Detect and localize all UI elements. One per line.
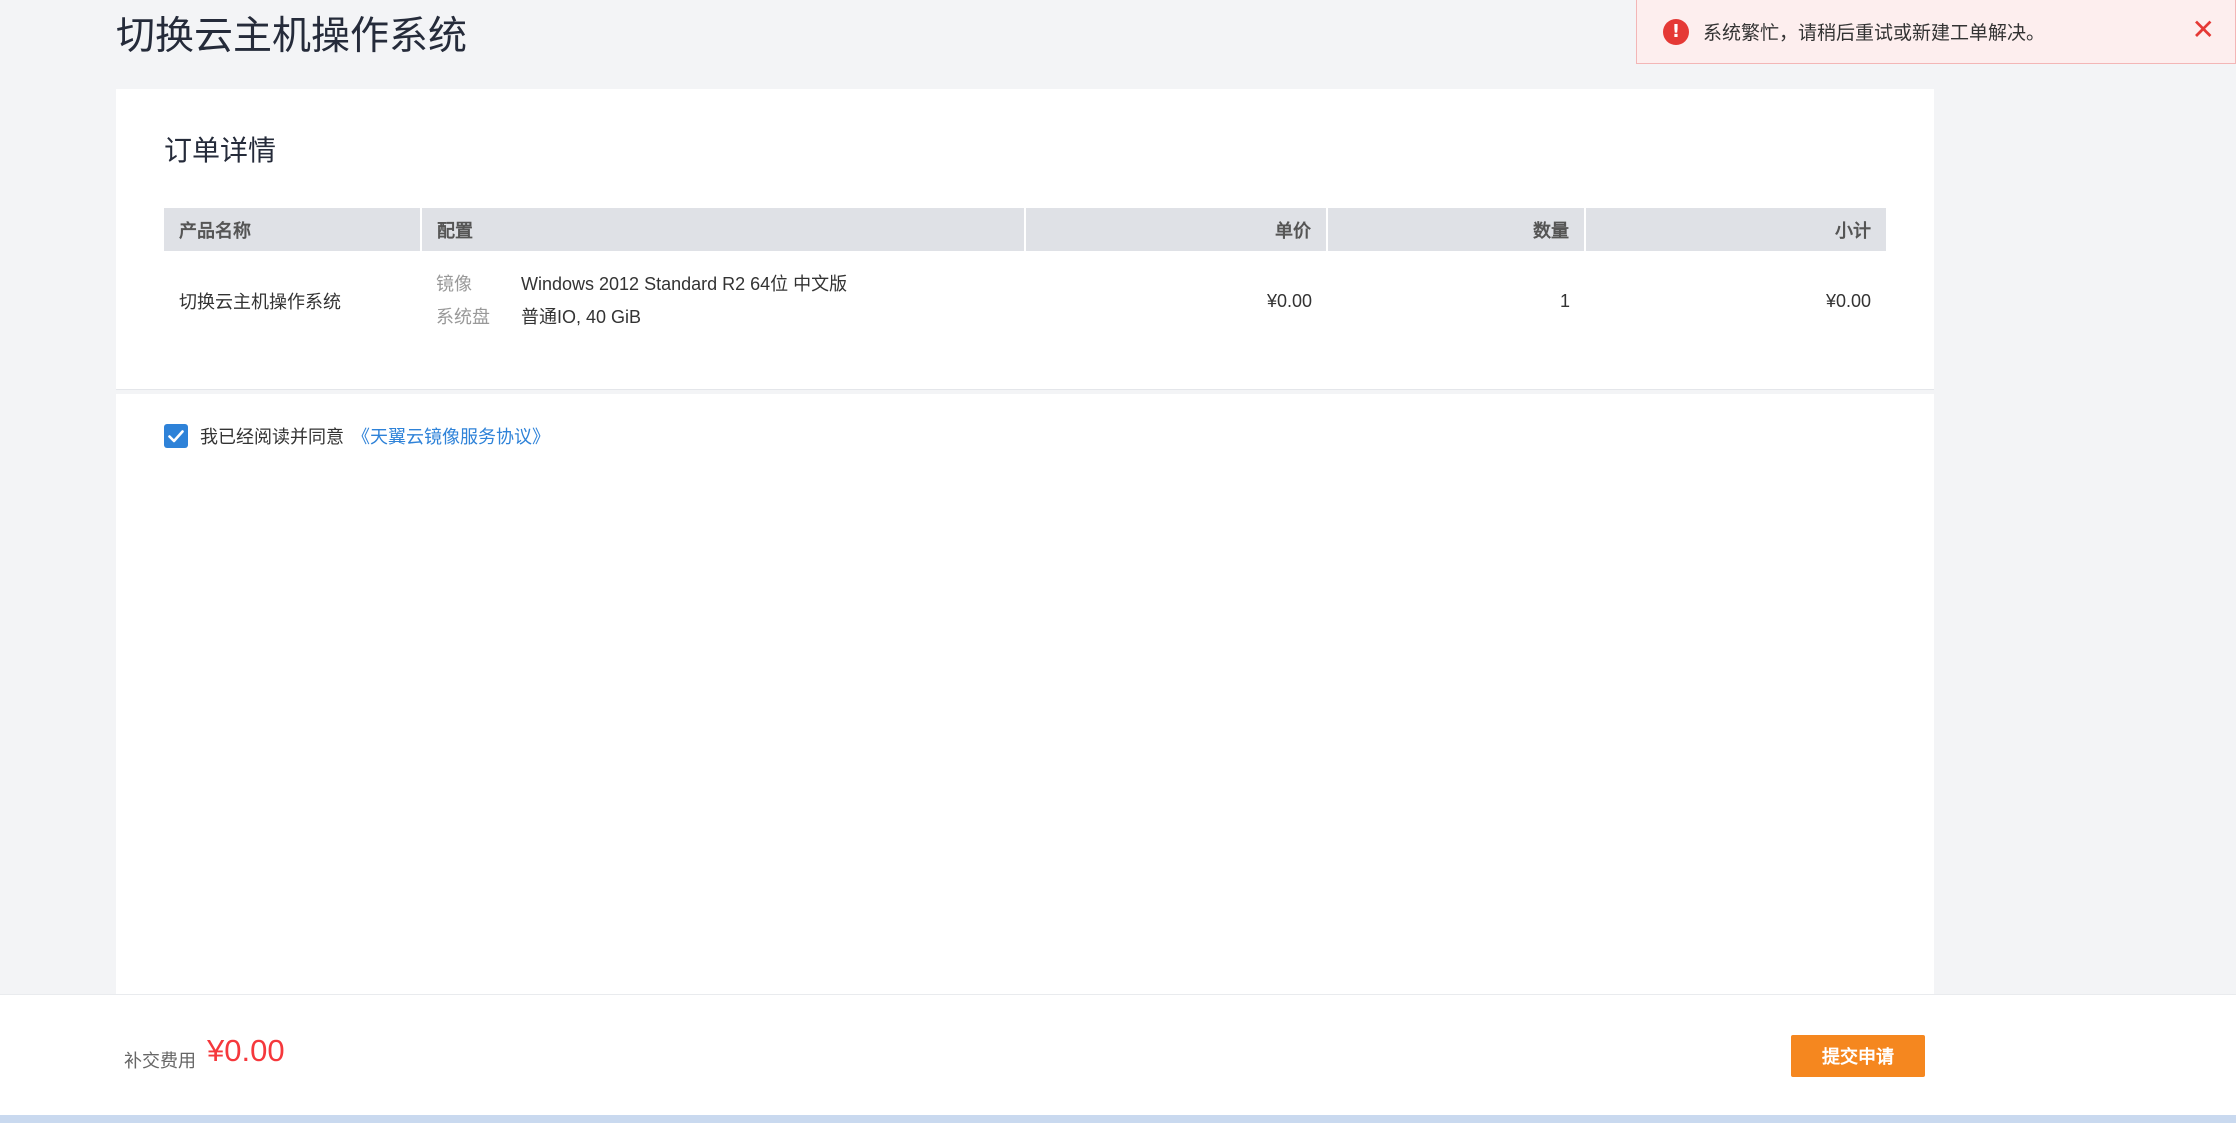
submit-button[interactable]: 提交申请 [1791,1035,1925,1077]
subtotal: ¥0.00 [1825,290,1871,311]
agreement-text: 我已经阅读并同意 [200,427,344,447]
config-cell: 镜像 Windows 2012 Standard R2 64位 中文版 系统盘 … [421,251,1025,351]
page-title: 切换云主机操作系统 [116,15,468,58]
error-toast: ! 系统繁忙，请稍后重试或新建工单解决。 ✕ [1636,0,2236,64]
bottom-strip [0,1115,2236,1123]
order-table: 产品名称 配置 单价 数量 小计 切换云主机操作系统 镜像 Windows 20… [164,208,1886,351]
table-header-row: 产品名称 配置 单价 数量 小计 [164,208,1886,251]
order-details-card: 订单详情 产品名称 配置 单价 数量 小计 切换云主机操作系统 镜像 Windo… [116,89,1934,390]
content-area [116,394,1934,994]
config-key: 镜像 [436,274,472,294]
config-key: 系统盘 [436,307,490,327]
agreement-link[interactable]: 《天翼云镜像服务协议》 [352,423,550,449]
column-header-config: 配置 [421,208,1026,251]
column-header-quantity: 数量 [1327,208,1586,251]
error-icon: ! [1663,18,1689,45]
product-name: 切换云主机操作系统 [179,292,341,312]
config-item: 镜像 Windows 2012 Standard R2 64位 中文版 [436,268,1010,301]
unit-price: ¥0.00 [1266,290,1312,311]
config-value: 普通IO, 40 GiB [521,307,642,327]
close-icon[interactable]: ✕ [2192,16,2215,44]
config-item: 系统盘 普通IO, 40 GiB [436,301,1010,334]
fee-value: ¥0.00 [207,1033,285,1068]
toast-message: 系统繁忙，请稍后重试或新建工单解决。 [1703,23,2046,44]
column-header-subtotal: 小计 [1585,208,1886,251]
table-row: 切换云主机操作系统 镜像 Windows 2012 Standard R2 64… [164,251,1886,351]
column-header-product: 产品名称 [164,208,422,251]
config-value: Windows 2012 Standard R2 64位 中文版 [521,274,848,294]
agreement-checkbox[interactable] [164,424,188,448]
footer-bar: 补交费用 ¥0.00 提交申请 [0,994,2236,1115]
section-title: 订单详情 [164,135,277,166]
column-header-unit-price: 单价 [1025,208,1328,251]
fee-label: 补交费用 [124,1051,196,1071]
quantity: 1 [1559,290,1570,311]
agreement: 我已经阅读并同意 《天翼云镜像服务协议》 [164,423,550,449]
check-icon [168,429,184,442]
